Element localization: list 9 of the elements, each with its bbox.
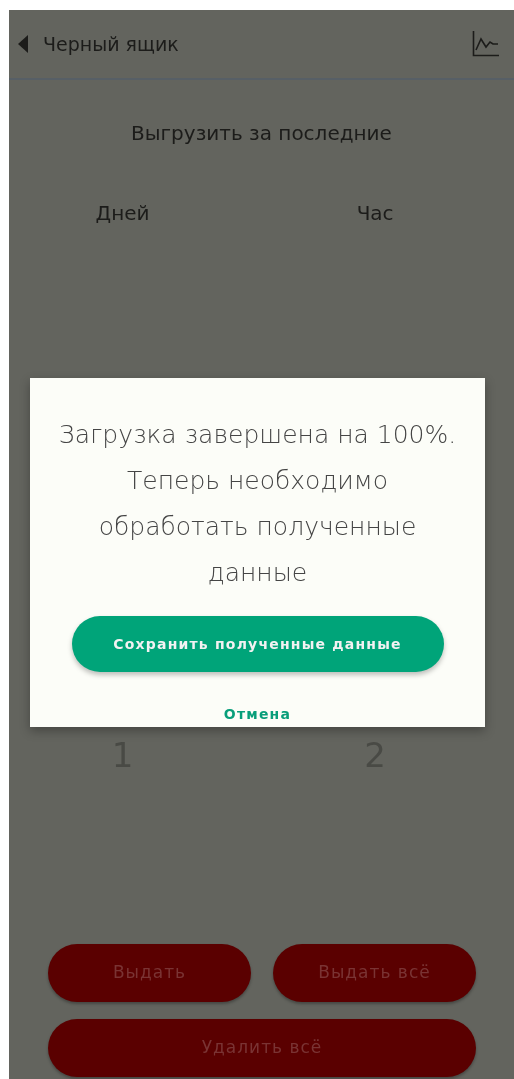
save-button[interactable]: Сохранить полученные данные <box>71 616 444 672</box>
section-title: Выгрузить за последние <box>130 120 393 147</box>
line-chart-icon[interactable] <box>472 31 500 57</box>
column-label: Дней <box>95 200 150 227</box>
screen-title: Черный ящик <box>43 31 180 57</box>
cancel-button[interactable]: Отмена <box>219 702 296 727</box>
column-label: Час <box>356 200 394 227</box>
back-icon[interactable] <box>17 34 29 54</box>
dialog-message: Загрузка завершена на 100%. Теперь необходимо обработать полученные данные <box>57 419 458 589</box>
